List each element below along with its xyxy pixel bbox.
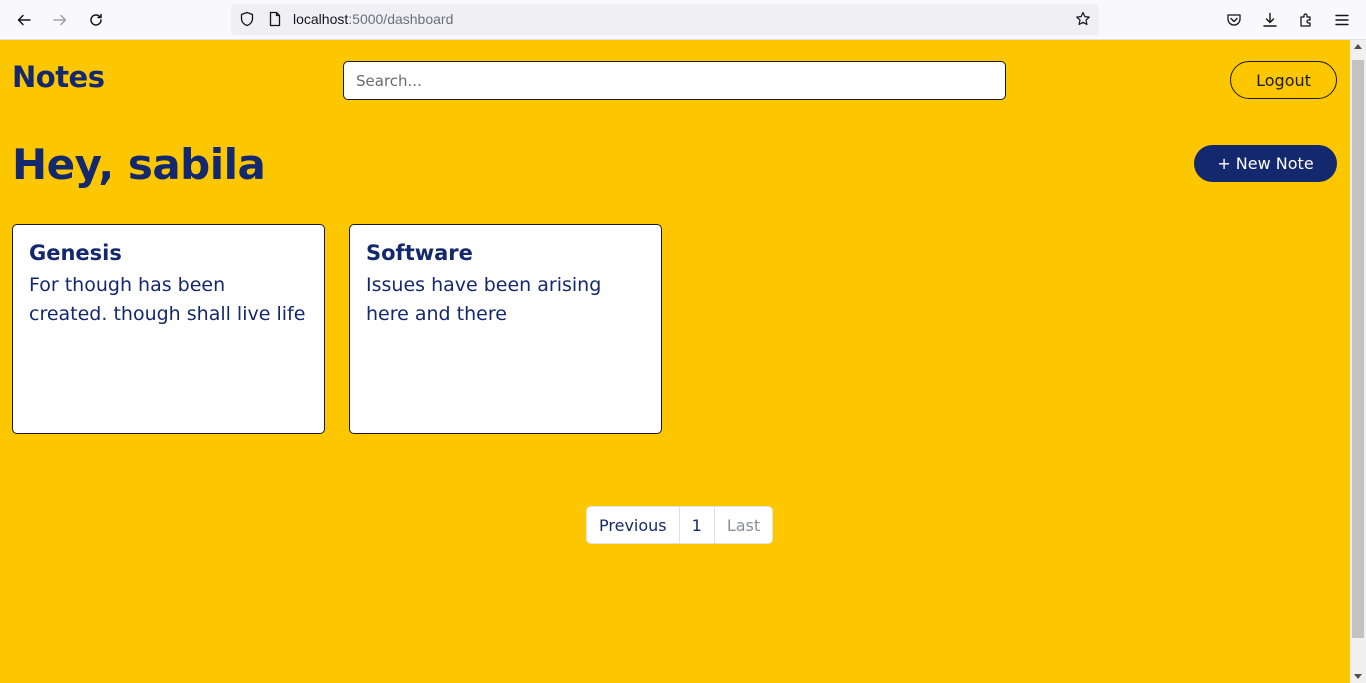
new-note-button[interactable]: + New Note xyxy=(1194,145,1337,182)
pocket-icon[interactable] xyxy=(1220,6,1248,34)
browser-toolbar: localhost:5000/dashboard xyxy=(0,0,1366,40)
search-input[interactable] xyxy=(343,61,1006,100)
reload-icon[interactable] xyxy=(82,6,110,34)
shield-icon[interactable] xyxy=(239,11,255,27)
forward-icon[interactable] xyxy=(46,6,74,34)
extensions-icon[interactable] xyxy=(1292,6,1320,34)
url-bar[interactable]: localhost:5000/dashboard xyxy=(231,4,1099,35)
note-card[interactable]: Genesis For though has been created. tho… xyxy=(12,224,325,434)
url-host: localhost xyxy=(293,11,349,27)
brand-logo[interactable]: Notes xyxy=(12,60,105,94)
logout-button[interactable]: Logout xyxy=(1230,61,1337,99)
menu-icon[interactable] xyxy=(1328,6,1356,34)
page-viewport: Notes Logout Hey, sabila + New Note Gene… xyxy=(0,40,1350,683)
downloads-icon[interactable] xyxy=(1256,6,1284,34)
url-text[interactable]: localhost:5000/dashboard xyxy=(293,11,453,27)
greeting-heading: Hey, sabila xyxy=(12,140,266,189)
note-body: Issues have been arising here and there xyxy=(366,274,602,325)
note-body: For though has been created. though shal… xyxy=(29,274,306,325)
vertical-scrollbar[interactable] xyxy=(1350,40,1366,683)
pagination-previous[interactable]: Previous xyxy=(587,507,680,543)
back-icon[interactable] xyxy=(10,6,38,34)
bookmark-star-icon[interactable] xyxy=(1075,11,1091,27)
scroll-up-icon[interactable] xyxy=(1354,44,1362,49)
pagination: Previous 1 Last xyxy=(586,506,774,544)
page-icon[interactable] xyxy=(267,11,283,27)
pagination-page-1[interactable]: 1 xyxy=(680,507,715,543)
note-title: Software xyxy=(366,241,473,265)
note-title: Genesis xyxy=(29,241,122,265)
url-path: :5000/dashboard xyxy=(348,11,454,27)
note-card[interactable]: Software Issues have been arising here a… xyxy=(349,224,662,434)
pagination-last[interactable]: Last xyxy=(715,507,772,543)
scrollbar-thumb[interactable] xyxy=(1352,60,1364,638)
scroll-down-icon[interactable] xyxy=(1354,674,1362,679)
